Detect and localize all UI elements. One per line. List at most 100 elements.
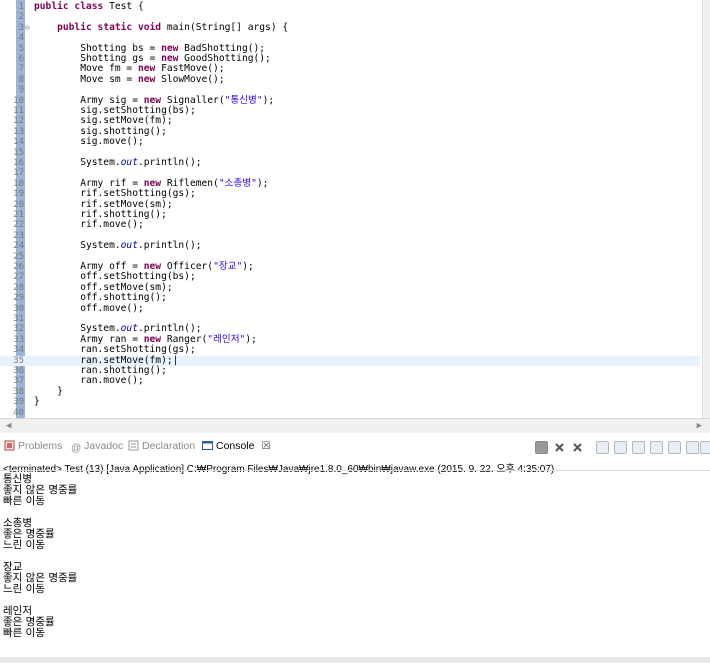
code-token: rif.move(); [34, 219, 144, 231]
remove-launch-icon[interactable] [553, 441, 566, 454]
code-text: sig.move(); [34, 136, 144, 148]
tab-problems[interactable]: Problems [4, 440, 62, 452]
console-output[interactable]: 통신병 좋지 않은 명중률 빠른 이동 소총병 좋은 명중률 느린 이동 장교 좋지 않은 명… [0, 470, 710, 659]
line-number: 40 [13, 407, 24, 418]
code-token: new [161, 53, 179, 64]
line-number: 34 [13, 345, 24, 356]
problems-icon [4, 440, 15, 451]
code-token: off.setShotting(bs); [34, 271, 196, 283]
code-text: System.out.println(); [34, 157, 201, 168]
line-number: 11 [13, 106, 24, 116]
code-token: new [143, 177, 162, 189]
code-token: Riflemen( [161, 177, 219, 189]
code-token: sig.setMove(fm); [34, 115, 173, 127]
line-number: 29 [13, 293, 24, 304]
code-line[interactable]: 37 ran.move(); [0, 376, 700, 387]
code-token: sig.setShotting(bs); [34, 105, 196, 116]
code-line[interactable]: 3 ⊖ public static void main(String[] args… [0, 21, 700, 33]
code-token: "통신병" [224, 94, 263, 106]
code-token: Army ran = [34, 333, 144, 345]
remove-all-icon[interactable] [571, 441, 584, 454]
tab-console[interactable]: Console ☒ [202, 440, 271, 452]
line-number: 22 [13, 220, 24, 231]
editor-horizontal-scrollbar[interactable]: ◀ ▶ [0, 418, 710, 433]
code-text: } [34, 396, 40, 407]
code-token: off.shotting(); [34, 292, 167, 304]
line-number: 2 [18, 12, 24, 23]
scroll-left-icon[interactable]: ◀ [6, 421, 11, 431]
terminate-icon[interactable] [535, 441, 548, 454]
code-token: rif.shotting(); [34, 209, 167, 220]
code-token: new [143, 333, 162, 345]
line-number: 6 [18, 54, 24, 64]
word-wrap-icon[interactable] [632, 441, 645, 454]
code-token: sig.move(); [34, 136, 144, 148]
code-text: off.move(); [34, 303, 144, 314]
code-token: .println(); [137, 323, 202, 335]
tab-problems-label: Problems [18, 440, 63, 452]
scroll-lock-icon[interactable] [614, 441, 627, 454]
code-editor[interactable]: 1 public class Test {2 3 ⊖ public static vo… [0, 0, 710, 418]
line-number: 20 [13, 199, 24, 210]
line-number: 1 [18, 2, 24, 12]
line-number: 8 [18, 74, 24, 85]
code-token: ); [256, 177, 269, 189]
code-token: FastMove(); [155, 63, 225, 75]
code-line[interactable]: 39} [0, 396, 700, 408]
code-token: Test { [103, 1, 144, 12]
console-horizontal-scrollbar[interactable] [0, 657, 710, 663]
code-token: BadShotting(); [178, 42, 266, 54]
line-number: 5 [18, 43, 24, 54]
code-token: new [143, 94, 162, 106]
console-line: 빠른 이동 [3, 627, 45, 639]
code-token: Signaller( [161, 94, 225, 106]
code-token: public static void [57, 21, 162, 33]
code-token: GoodShotting(); [178, 53, 271, 64]
code-token: new [137, 63, 156, 75]
scroll-right-icon[interactable]: ▶ [697, 421, 702, 431]
code-token: Shotting gs = [34, 53, 162, 64]
code-line[interactable]: 30 off.move(); [0, 303, 700, 314]
code-token: SlowMove(); [155, 73, 225, 85]
line-number: 24 [13, 241, 24, 252]
line-number: 33 [13, 334, 24, 345]
line-number: 13 [13, 126, 24, 137]
code-line[interactable]: 38 } [0, 386, 700, 397]
tab-console-label: Console [216, 440, 255, 452]
code-token: Move fm = [34, 63, 138, 75]
code-token: System. [34, 240, 121, 252]
code-line[interactable]: 14 sig.move(); [0, 136, 700, 148]
pin-console-icon[interactable] [650, 441, 663, 454]
code-line[interactable]: 16 System.out.println(); [0, 157, 700, 168]
line-number: 4 [18, 33, 24, 44]
line-number: 18 [13, 178, 24, 189]
editor-vertical-scrollbar[interactable] [702, 0, 710, 418]
tab-javadoc[interactable]: @ Javadoc [71, 440, 123, 454]
tab-declaration[interactable]: Declaration [128, 440, 195, 452]
code-line[interactable]: 24 System.out.println(); [0, 240, 700, 252]
code-line[interactable]: 1 public class Test { [0, 1, 700, 12]
close-console-icon[interactable]: ☒ [261, 440, 270, 452]
code-token: out [120, 240, 138, 252]
code-line[interactable]: 40 [0, 408, 700, 418]
tab-javadoc-label: Javadoc [84, 440, 124, 452]
code-token: rif.setMove(sm); [34, 198, 173, 210]
code-token: Army rif = [34, 177, 144, 189]
code-token: Move sm = [34, 73, 138, 85]
code-token: Shotting bs = [34, 42, 162, 54]
display-console-icon[interactable] [668, 441, 681, 454]
clear-console-icon[interactable] [596, 441, 609, 454]
minimize-icon[interactable] [700, 441, 710, 454]
line-number: 39 [13, 397, 24, 408]
code-line[interactable]: 8 Move sm = new SlowMove(); [0, 73, 700, 85]
code-token: rif.setShotting(gs); [34, 188, 196, 200]
line-number: 14 [13, 137, 24, 148]
code-text: System.out.println(); [34, 240, 201, 252]
open-console-icon[interactable] [686, 441, 699, 454]
fold-toggle-icon[interactable]: ⊖ [25, 23, 30, 33]
line-number: 25 [13, 251, 24, 262]
line-number: 3 [18, 22, 24, 33]
code-line[interactable]: 22 rif.move(); [0, 219, 700, 231]
line-number: 30 [13, 303, 24, 314]
